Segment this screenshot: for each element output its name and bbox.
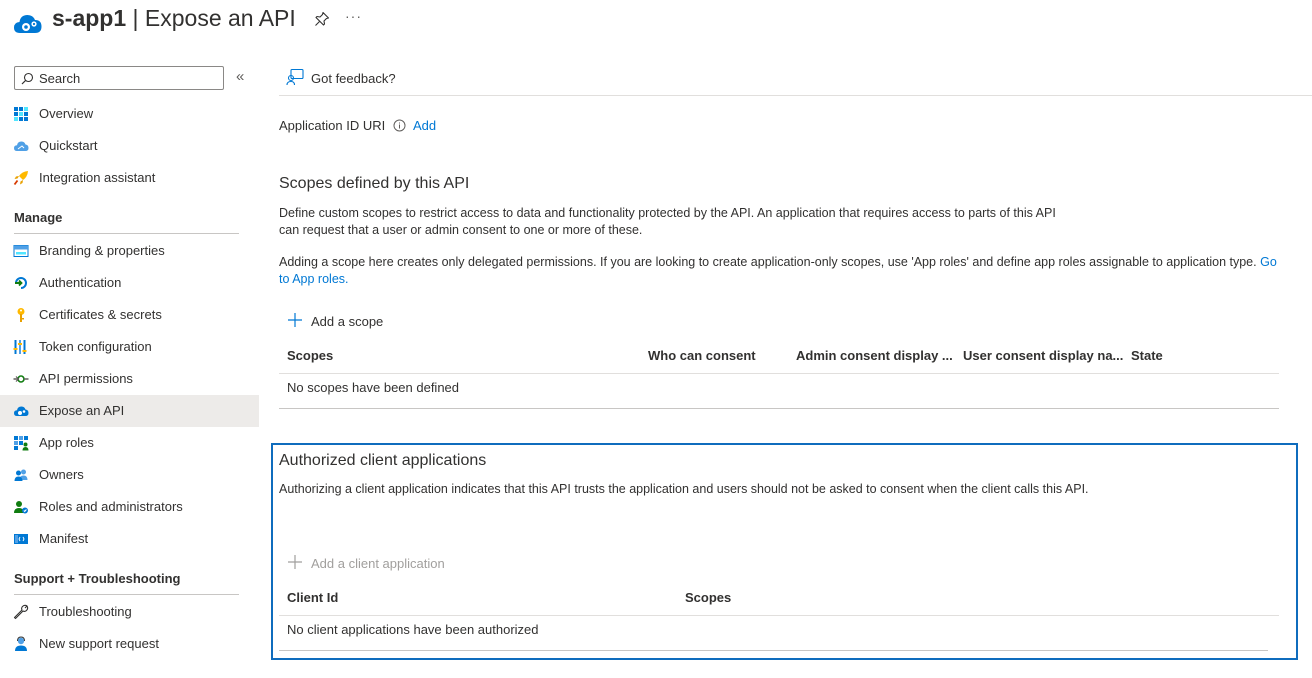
authentication-icon [15,277,27,289]
column-header-user-consent-display[interactable]: User consent display na... [963,348,1123,363]
rocket-icon [13,171,28,186]
sidebar-item-label: Troubleshooting [39,604,132,619]
sidebar-item-label: Owners [39,467,84,482]
feedback-icon[interactable] [286,68,304,86]
page-title: s-app1 | Expose an API [52,5,296,32]
add-a-scope-button[interactable]: Add a scope [287,311,397,331]
sidebar-item-label: Roles and administrators [39,499,183,514]
search-icon [21,72,34,85]
sidebar-item-label: Overview [39,106,94,121]
search-box[interactable] [14,66,224,90]
feedback-button[interactable]: Got feedback? [311,71,396,86]
sidebar-item-troubleshooting[interactable]: Troubleshooting [0,596,259,628]
branding-icon [13,245,29,257]
authorized-clients-highlight [271,443,1298,660]
key-icon [17,308,25,322]
search-input[interactable] [39,70,219,86]
sidebar-item-api-permissions[interactable]: API permissions [0,363,259,395]
column-header-scopes[interactable]: Scopes [287,348,333,363]
section-divider [14,594,239,595]
plus-icon [288,313,302,327]
column-header-admin-consent-display[interactable]: Admin consent display ... [796,348,953,363]
blade-title: Expose an API [144,5,296,31]
more-options-icon[interactable]: ··· [345,8,362,24]
section-divider [14,233,239,234]
sidebar-item-label: Certificates & secrets [39,307,162,322]
scopes-delegated-note: Adding a scope here creates only delegat… [279,254,1279,288]
page-header: s-app1 | Expose an API ··· [0,0,1312,44]
section-header-support: Support + Troubleshooting [14,571,181,586]
add-application-id-uri-link[interactable]: Add [413,118,436,133]
app-name: s-app1 [52,5,127,31]
wrench-icon [13,604,29,620]
sidebar-item-label: Token configuration [39,339,152,354]
token-bars-icon [13,340,27,354]
sidebar-item-label: New support request [39,636,159,651]
app-roles-icon [14,436,29,451]
sidebar-item-label: Integration assistant [39,170,156,185]
command-bar: Got feedback? [279,60,1312,96]
sidebar-item-integration-assistant[interactable]: Integration assistant [0,162,259,194]
add-a-scope-label: Add a scope [311,314,384,329]
scopes-heading: Scopes defined by this API [279,175,470,192]
sidebar-item-quickstart[interactable]: Quickstart [0,130,259,162]
sidebar-item-label: Authentication [39,275,122,290]
scopes-empty-message: No scopes have been defined [287,380,460,395]
grid-icon [14,107,28,121]
api-permissions-icon [13,375,29,383]
title-separator: | [126,5,145,31]
section-header-manage: Manage [14,210,63,225]
sidebar-item-manifest[interactable]: Manifest [0,523,259,555]
roles-admin-icon [14,501,28,514]
sidebar-item-app-roles[interactable]: App roles [0,427,259,459]
table-bottom-divider [279,408,1279,409]
app-registration-icon [14,15,42,33]
sidebar-item-label: API permissions [39,371,133,386]
sidebar-item-overview[interactable]: Overview [0,98,259,130]
column-header-who-can-consent[interactable]: Who can consent [648,348,756,363]
scopes-delegated-note-text: Adding a scope here creates only delegat… [279,255,1257,269]
sidebar-item-label: Branding & properties [39,243,165,258]
cloud-api-icon [14,406,29,416]
manifest-icon [14,534,28,544]
table-header-divider [279,373,1279,374]
owners-icon [14,469,28,481]
sidebar-item-label: Expose an API [39,403,125,418]
sidebar-item-roles-and-administrators[interactable]: Roles and administrators [0,491,259,523]
scopes-description: Define custom scopes to restrict access … [279,206,1056,237]
sidebar-item-token-configuration[interactable]: Token configuration [0,331,259,363]
sidebar: « Overview Quickstart Integration assist… [0,60,259,678]
sidebar-item-label: Manifest [39,531,89,546]
column-header-state[interactable]: State [1131,348,1163,363]
sidebar-item-authentication[interactable]: Authentication [0,267,259,299]
sidebar-item-expose-an-api[interactable]: Expose an API [0,395,259,427]
sidebar-item-owners[interactable]: Owners [0,459,259,491]
collapse-sidebar-icon[interactable]: « [236,69,244,84]
sidebar-item-label: App roles [39,435,94,450]
sidebar-item-certificates[interactable]: Certificates & secrets [0,299,259,331]
pin-icon[interactable] [314,11,330,27]
info-icon[interactable] [393,119,406,132]
sidebar-item-label: Quickstart [39,138,98,153]
cloud-icon [14,141,29,151]
sidebar-item-branding[interactable]: Branding & properties [0,235,259,267]
support-person-icon [15,636,27,651]
sidebar-item-new-support-request[interactable]: New support request [0,628,259,660]
application-id-uri-label: Application ID URI [279,118,386,133]
